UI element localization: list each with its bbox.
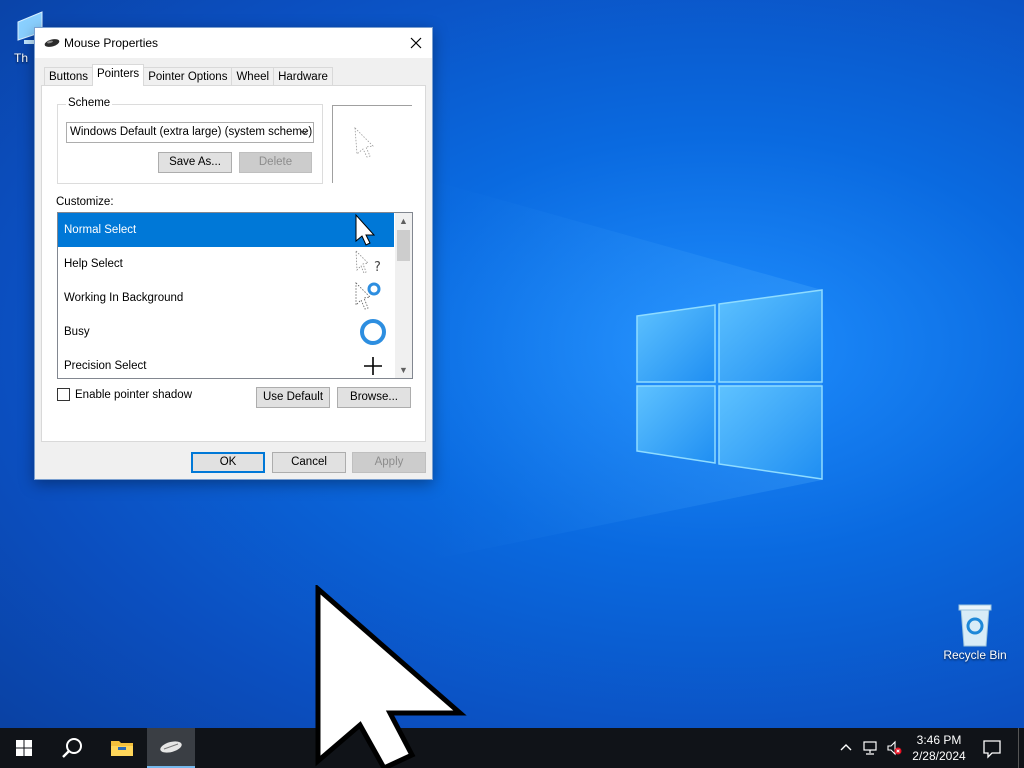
- list-item-label: Busy: [64, 326, 90, 338]
- list-item-label: Working In Background: [64, 292, 184, 304]
- cancel-button[interactable]: Cancel: [272, 452, 346, 473]
- list-item-help-select[interactable]: Help Select ?: [58, 247, 394, 281]
- arrow-cursor-icon: [355, 213, 376, 246]
- help-cursor-icon: ?: [355, 249, 381, 275]
- save-as-button[interactable]: Save As...: [158, 152, 232, 173]
- file-explorer-button[interactable]: [98, 728, 146, 768]
- ok-button[interactable]: OK: [191, 452, 265, 473]
- arrow-cursor-preview-icon: [354, 126, 374, 158]
- list-item-label: Help Select: [64, 258, 123, 270]
- browse-button[interactable]: Browse...: [337, 387, 411, 408]
- scheme-group: Scheme Windows Default (extra large) (sy…: [57, 97, 323, 184]
- folder-icon: [111, 741, 133, 756]
- use-default-button[interactable]: Use Default: [256, 387, 330, 408]
- desktop-icon-label: Recycle Bin: [943, 648, 1007, 662]
- notification-center-icon[interactable]: [980, 736, 1004, 760]
- network-icon[interactable]: [862, 740, 878, 756]
- scroll-down-arrow-icon[interactable]: ▼: [395, 362, 412, 378]
- delete-button[interactable]: Delete: [239, 152, 312, 173]
- busy-ring-icon: [360, 319, 386, 345]
- tab-strip: Buttons Pointers Pointer Options Wheel H…: [44, 64, 333, 86]
- scheme-dropdown[interactable]: Windows Default (extra large) (system sc…: [66, 122, 314, 143]
- enable-pointer-shadow-checkbox[interactable]: Enable pointer shadow: [57, 388, 192, 401]
- crosshair-icon: [364, 357, 382, 375]
- recycle-bin-icon: [958, 604, 992, 647]
- list-item-busy[interactable]: Busy: [58, 315, 394, 349]
- clock-date: 2/28/2024: [912, 749, 966, 763]
- scheme-dropdown-value: Windows Default (extra large) (system sc…: [70, 126, 313, 138]
- mouse-icon: [44, 39, 60, 47]
- pointer-list[interactable]: Normal Select Help Select ? Working In B…: [57, 212, 413, 379]
- svg-text:?: ?: [374, 260, 381, 275]
- scrollbar-thumb[interactable]: [397, 230, 410, 261]
- customize-label: Customize:: [56, 196, 114, 208]
- list-item-normal-select[interactable]: Normal Select: [58, 213, 394, 247]
- working-cursor-icon: [355, 282, 381, 310]
- mouse-properties-dialog: Mouse Properties Buttons Pointers Pointe…: [34, 27, 433, 480]
- windows-logo-icon: [16, 740, 32, 756]
- pointers-tab-panel: Scheme Windows Default (extra large) (sy…: [41, 85, 426, 442]
- taskbar-mouse-properties[interactable]: [147, 728, 195, 768]
- list-item-label: Precision Select: [64, 360, 147, 372]
- volume-muted-icon[interactable]: [886, 740, 902, 756]
- list-scrollbar[interactable]: ▲ ▼: [395, 213, 412, 378]
- tab-hardware[interactable]: Hardware: [273, 67, 333, 86]
- search-button[interactable]: [48, 728, 96, 768]
- mouse-icon: [160, 741, 182, 753]
- tab-pointer-options[interactable]: Pointer Options: [143, 67, 233, 86]
- list-item-precision-select[interactable]: Precision Select: [58, 349, 394, 378]
- tab-pointers[interactable]: Pointers: [92, 64, 145, 86]
- search-icon: [62, 738, 82, 758]
- apply-button[interactable]: Apply: [352, 452, 426, 473]
- checkbox-label: Enable pointer shadow: [75, 388, 192, 401]
- large-mouse-cursor-icon: [315, 585, 467, 768]
- tab-buttons[interactable]: Buttons: [44, 67, 93, 86]
- list-item-working-in-background[interactable]: Working In Background: [58, 281, 394, 315]
- close-icon: [410, 37, 422, 49]
- dialog-title: Mouse Properties: [64, 36, 159, 50]
- system-clock[interactable]: 3:46 PM 2/28/2024: [904, 732, 974, 764]
- scheme-legend: Scheme: [66, 97, 113, 109]
- list-item-label: Normal Select: [64, 224, 137, 236]
- pointer-preview: [332, 105, 412, 183]
- clock-time: 3:46 PM: [916, 733, 962, 747]
- show-desktop-button[interactable]: [1018, 728, 1024, 768]
- chevron-up-icon[interactable]: [838, 740, 854, 756]
- scroll-up-arrow-icon[interactable]: ▲: [395, 213, 412, 229]
- dialog-titlebar[interactable]: Mouse Properties: [35, 28, 432, 58]
- desktop-icon-recycle-bin[interactable]: Recycle Bin: [940, 602, 1010, 662]
- taskbar: 3:46 PM 2/28/2024: [0, 728, 1024, 768]
- chevron-down-icon: [299, 123, 309, 149]
- checkbox-box[interactable]: [57, 388, 70, 401]
- tab-wheel[interactable]: Wheel: [231, 67, 275, 86]
- close-button[interactable]: [400, 28, 432, 58]
- start-button[interactable]: [0, 728, 48, 768]
